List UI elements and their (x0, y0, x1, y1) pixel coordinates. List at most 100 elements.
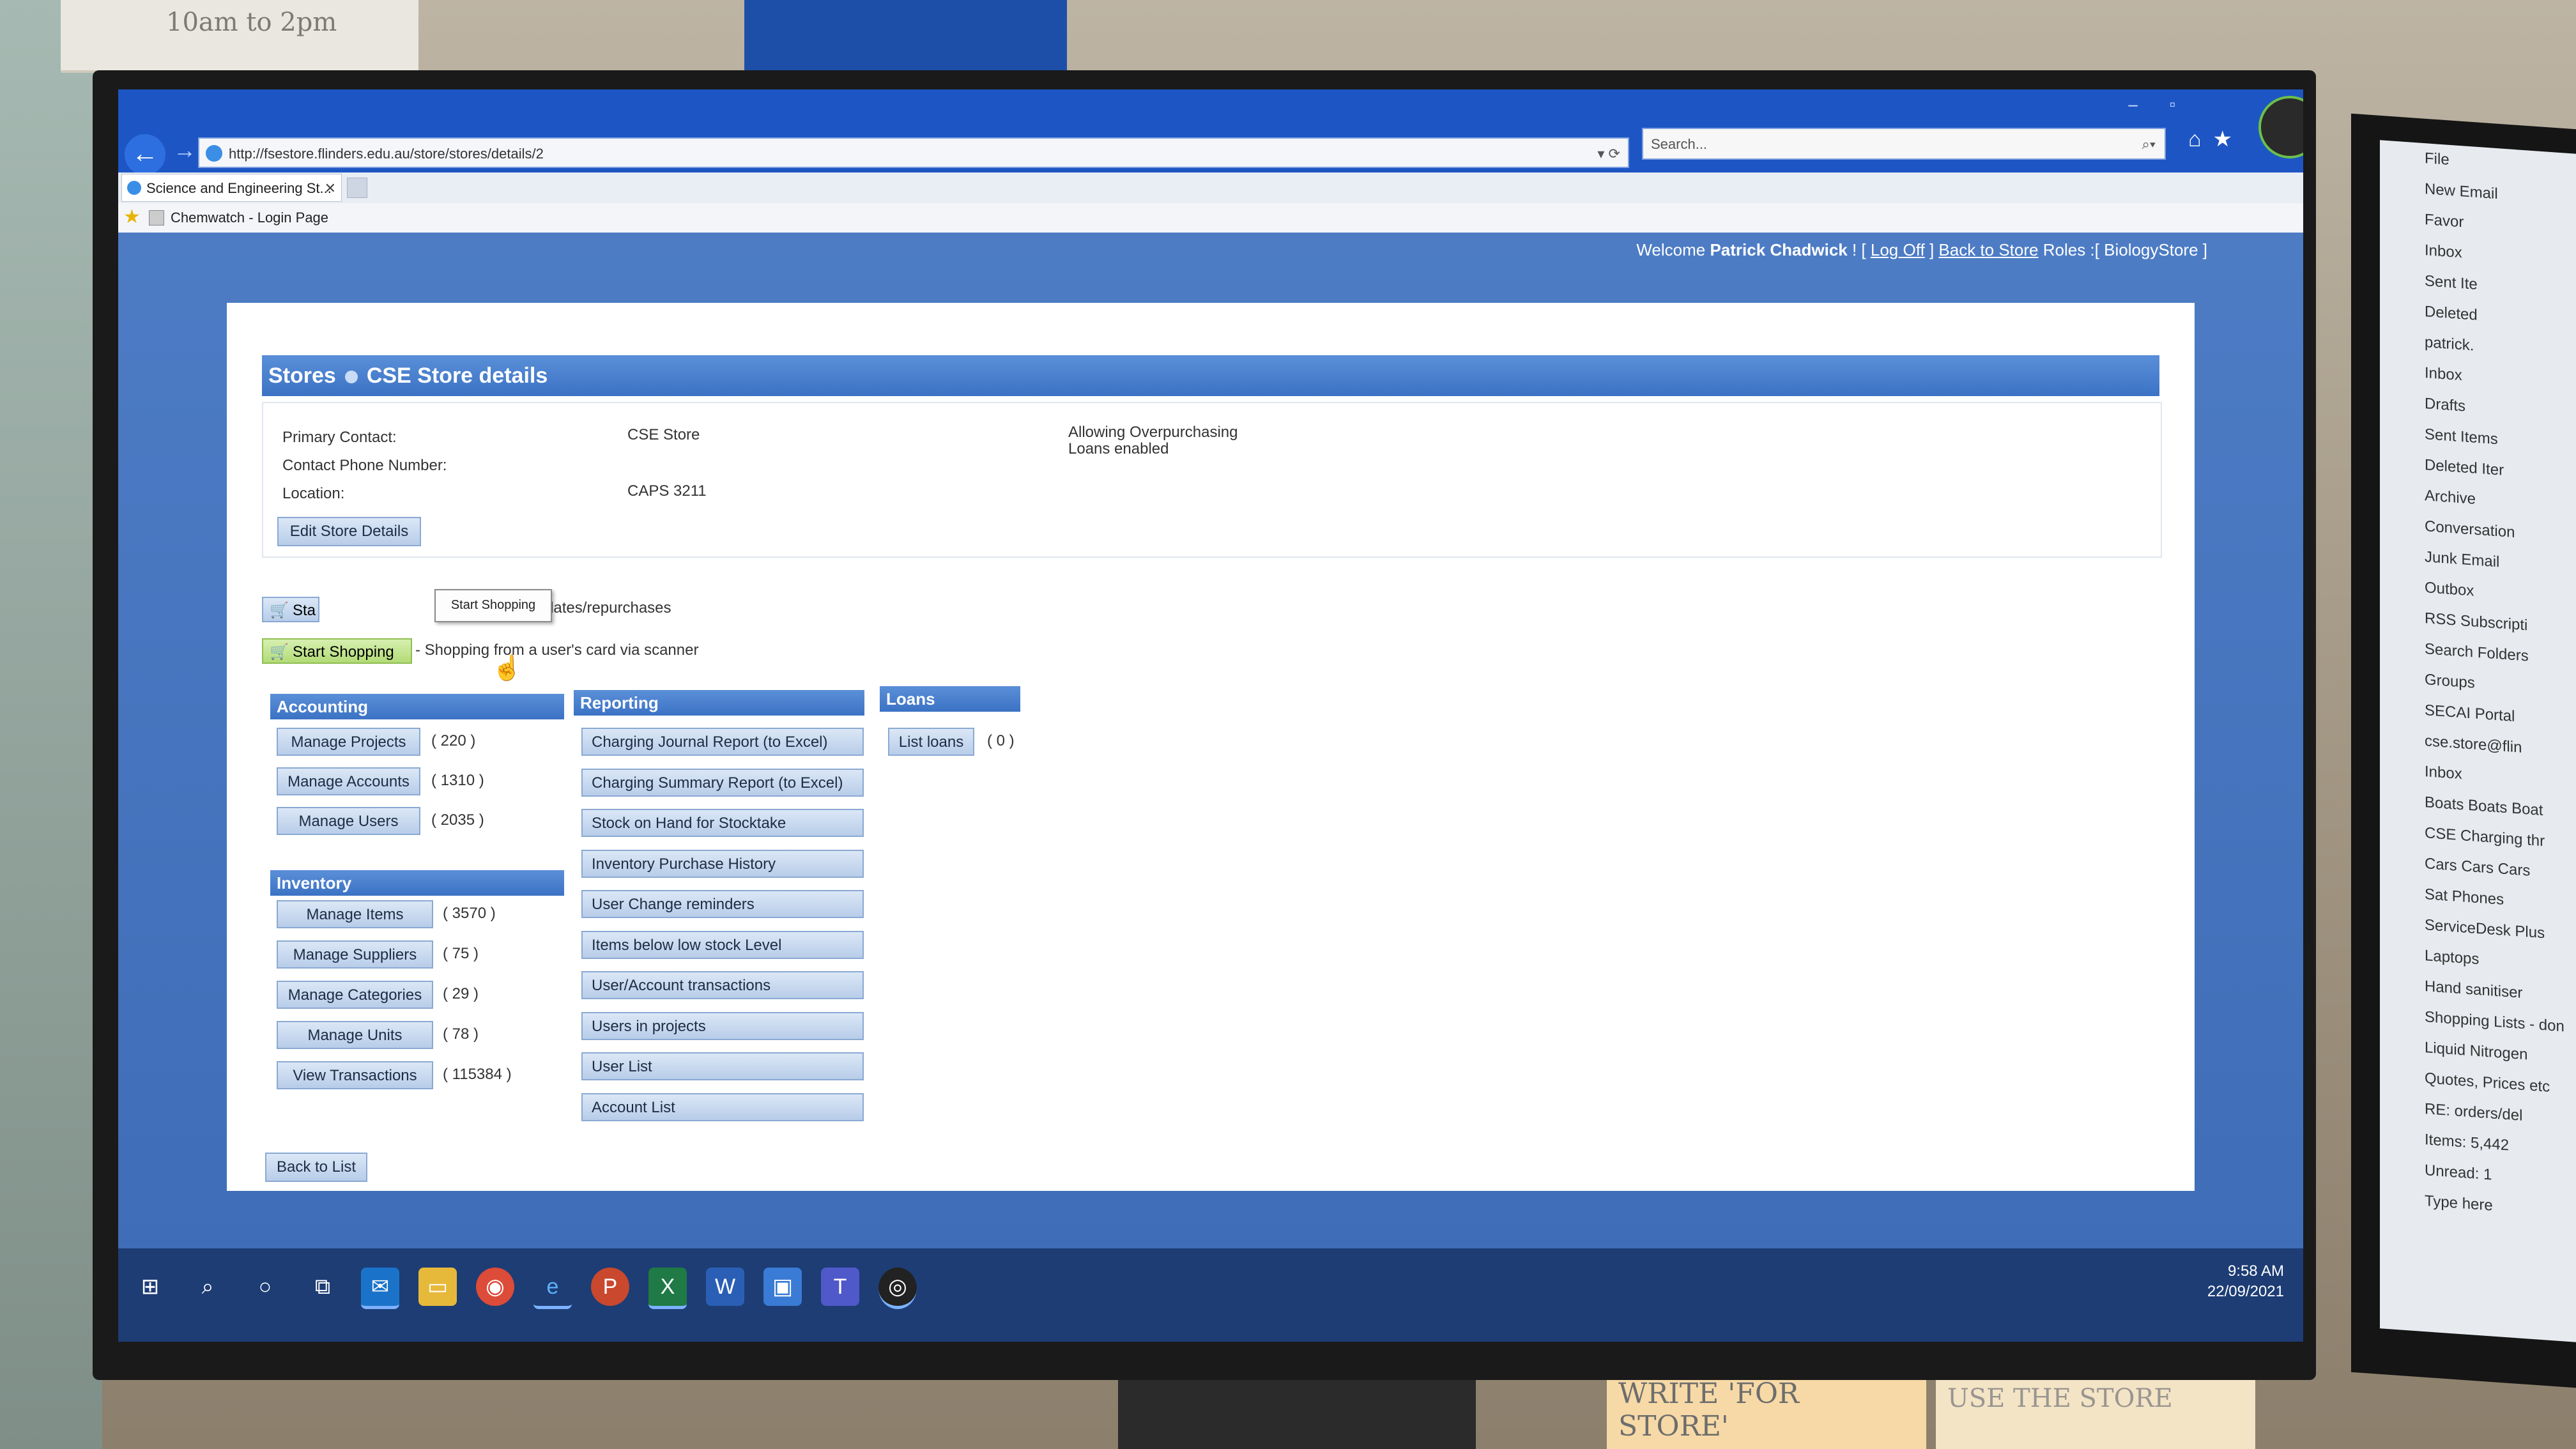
photos-icon[interactable]: ▣ (763, 1268, 802, 1306)
welcome-bar: Welcome Patrick Chadwick ! [ Log Off ] B… (1636, 240, 2207, 260)
tab-title: Science and Engineering St... (146, 180, 332, 196)
forward-arrow-icon[interactable]: → (173, 137, 196, 164)
search-input[interactable]: Search... ⌕▾ (1642, 128, 2166, 160)
address-bar[interactable]: http://fsestore.flinders.edu.au/store/st… (198, 137, 1629, 168)
teams-icon[interactable]: T (821, 1268, 859, 1306)
cortana-icon[interactable]: ○ (246, 1268, 284, 1306)
report-button[interactable]: User List (581, 1052, 864, 1080)
report-button[interactable]: Inventory Purchase History (581, 849, 864, 878)
list-loans-button[interactable]: List loans (888, 728, 974, 756)
back-to-list-button[interactable]: Back to List (265, 1153, 367, 1182)
location-value: CAPS 3211 (627, 482, 707, 500)
favorites-star-icon[interactable]: ★ (123, 206, 141, 228)
phone-label: Contact Phone Number: (282, 457, 447, 474)
report-button[interactable]: Charging Journal Report (to Excel) (581, 728, 864, 756)
accounting-item-button[interactable]: Manage Projects (277, 728, 420, 756)
edit-store-details-button[interactable]: Edit Store Details (277, 517, 421, 546)
windows-start-icon[interactable]: ⊞ (131, 1268, 169, 1306)
breadcrumb-stores[interactable]: Stores (268, 364, 336, 388)
favorite-chemwatch[interactable]: Chemwatch - Login Page (149, 203, 328, 233)
report-button[interactable]: User Change reminders (581, 890, 864, 918)
inventory-item-count: ( 78 ) (443, 1025, 479, 1043)
wall-background (0, 0, 102, 1449)
admin-shopping-label: Sta (293, 602, 316, 619)
admin-shopping-button[interactable]: 🛒 Sta (262, 597, 319, 622)
inventory-item-count: ( 3570 ) (443, 905, 496, 922)
app-avatar-icon[interactable]: ◎ (878, 1268, 917, 1309)
role-value: BiologyStore (2104, 240, 2198, 259)
inventory-item-count: ( 29 ) (443, 985, 479, 1002)
report-button[interactable]: Account List (581, 1092, 864, 1121)
excel-icon[interactable]: X (648, 1268, 687, 1309)
tab-active[interactable]: Science and Engineering St... ✕ (121, 174, 342, 202)
ie-icon (127, 181, 141, 195)
refresh-icon[interactable]: ▾ ⟳ (1597, 139, 1620, 169)
favorite-label: Chemwatch - Login Page (171, 210, 329, 226)
powerpoint-icon[interactable]: P (591, 1268, 629, 1306)
inventory-header: Inventory (270, 870, 564, 896)
back-to-store-link[interactable]: Back to Store (1938, 240, 2038, 259)
task-view-icon[interactable]: ⧉ (303, 1268, 342, 1306)
accounting-item-count: ( 2035 ) (431, 811, 484, 829)
report-button[interactable]: Users in projects (581, 1011, 864, 1040)
accounting-item-count: ( 220 ) (431, 732, 476, 749)
internet-explorer-icon[interactable]: e (533, 1268, 572, 1309)
breadcrumb-separator-icon (344, 371, 358, 384)
logoff-link[interactable]: Log Off (1871, 240, 1925, 259)
reporting-header: Reporting (574, 690, 864, 716)
accounting-item-button[interactable]: Manage Accounts (277, 767, 420, 795)
user-name: Patrick Chadwick (1710, 240, 1848, 259)
loans-count: ( 0 ) (987, 732, 1015, 749)
site-icon (206, 145, 222, 162)
sticky-note-top: 10am to 2pm (61, 0, 418, 73)
store-details-box: Primary Contact: CSE Store Contact Phone… (262, 402, 2162, 558)
report-button[interactable]: User/Account transactions (581, 971, 864, 999)
chrome-icon[interactable]: ◉ (476, 1268, 514, 1306)
back-arrow-icon[interactable]: ← (125, 134, 165, 175)
welcome-text: Welcome (1636, 240, 1706, 259)
inventory-item-button[interactable]: Manage Items (277, 900, 433, 928)
roles-end: ] (2202, 240, 2207, 259)
roles-label: Roles :[ (2043, 240, 2099, 259)
outlook-sidebar: File New Email Favor Inbox Sent Ite Deleted pa… (2380, 140, 2576, 1342)
clock-time: 9:58 AM (2227, 1262, 2284, 1280)
primary-contact-label: Primary Contact: (282, 429, 397, 446)
search-placeholder: Search... (1651, 136, 1708, 152)
welcome-sep: ] (1929, 240, 1935, 259)
report-button[interactable]: Stock on Hand for Stocktake (581, 809, 864, 837)
search-icon[interactable]: ⌕▾ (2142, 129, 2156, 160)
inventory-item-button[interactable]: Manage Categories (277, 981, 433, 1009)
overpurchasing-note: Allowing Overpurchasing (1068, 424, 1238, 441)
home-star-gear-icons[interactable]: ⌂★ (2188, 126, 2244, 152)
search-icon[interactable]: ⌕ (188, 1268, 227, 1306)
report-button[interactable]: Charging Summary Report (to Excel) (581, 768, 864, 797)
inventory-item-button[interactable]: View Transactions (277, 1061, 433, 1089)
file-explorer-icon[interactable]: ▭ (418, 1268, 457, 1306)
page-title: CSE Store details (366, 364, 548, 388)
close-icon[interactable]: ✕ (325, 174, 336, 203)
cart-icon: 🛒 (270, 602, 289, 619)
page-icon (149, 210, 164, 226)
word-icon[interactable]: W (706, 1268, 744, 1306)
report-button[interactable]: Items below low stock Level (581, 930, 864, 959)
browser-titlebar: –▫ ← → http://fsestore.flinders.edu.au/s… (118, 89, 2303, 175)
accounting-item-count: ( 1310 ) (431, 772, 484, 789)
outlook-icon[interactable]: ✉ (361, 1268, 399, 1309)
accounting-header: Accounting (270, 694, 564, 719)
accounting-item-button[interactable]: Manage Users (277, 807, 420, 835)
mouse-pointer-icon: ☝ (492, 655, 523, 682)
system-clock[interactable]: 9:58 AM 22/09/2021 (2207, 1261, 2284, 1302)
user-avatar[interactable] (2258, 96, 2303, 158)
loans-note: Loans enabled (1068, 440, 1169, 457)
address-url: http://fsestore.flinders.edu.au/store/st… (229, 146, 544, 162)
cart-icon: 🛒 (270, 643, 289, 661)
inventory-item-button[interactable]: Manage Units (277, 1021, 433, 1049)
location-label: Location: (282, 485, 345, 502)
window-controls[interactable]: –▫ (2128, 95, 2207, 114)
inventory-item-button[interactable]: Manage Suppliers (277, 940, 433, 969)
new-tab-button[interactable] (347, 178, 367, 198)
inventory-item-count: ( 115384 ) (443, 1066, 512, 1083)
favorites-bar: ★ Chemwatch - Login Page (118, 203, 2303, 233)
primary-contact-value: CSE Store (627, 426, 700, 443)
start-shopping-button[interactable]: 🛒 Start Shopping (262, 638, 412, 664)
